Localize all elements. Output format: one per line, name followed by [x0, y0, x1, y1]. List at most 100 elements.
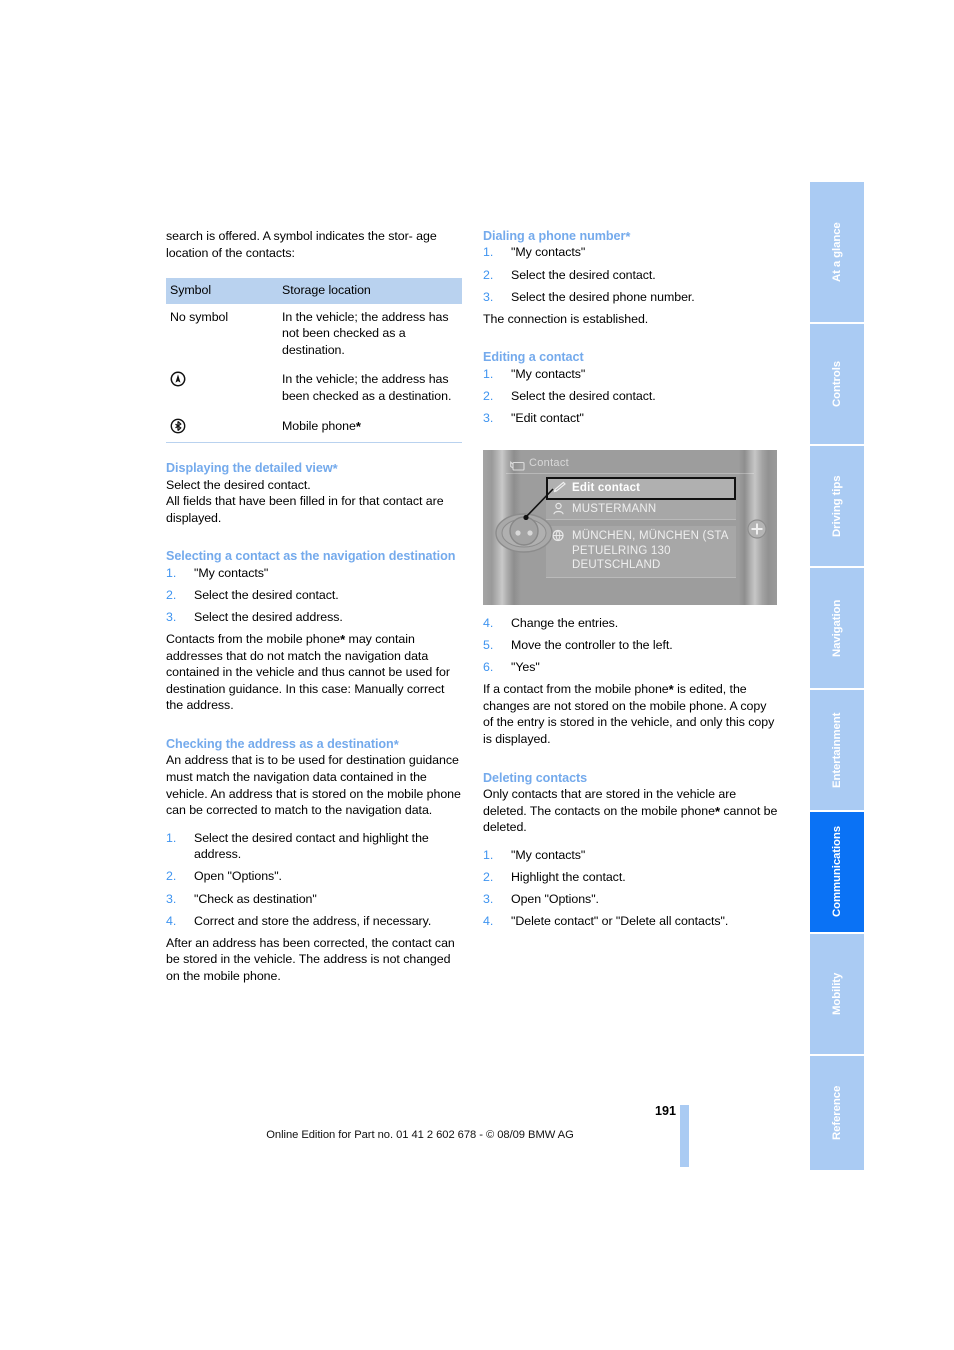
- figure-row-edit-contact[interactable]: Edit contact: [546, 477, 736, 500]
- step-number: 3.: [166, 609, 177, 624]
- steps-list: 1. "My contacts" 2. Highlight the contact.…: [483, 847, 779, 930]
- paragraph: Select the desired contact.: [166, 477, 311, 492]
- tab-entertainment[interactable]: Entertainment: [810, 690, 864, 812]
- plus-button-icon: [745, 517, 769, 541]
- paragraph: After an address has been corrected, the…: [166, 935, 455, 983]
- tab-navigation[interactable]: Navigation: [810, 568, 864, 690]
- heading-deleting-contacts: Deleting contacts: [483, 770, 588, 785]
- step-number: 1.: [483, 245, 494, 260]
- list-item: 5. Move the controller to the left.: [483, 638, 673, 653]
- tab-at-a-glance[interactable]: At a glance: [810, 182, 864, 324]
- cell-symbol: [166, 412, 278, 444]
- step-number: 3.: [483, 289, 494, 304]
- tab-controls[interactable]: Controls: [810, 324, 864, 446]
- idrive-contact-screenshot: Contact Edit contact MUSTERMANN MÜNCHEN,…: [483, 450, 777, 605]
- list-item: 6. "Yes": [483, 660, 540, 675]
- cell-symbol: No symbol: [170, 309, 229, 324]
- figure-address-line: MÜNCHEN, MÜNCHEN (STA: [572, 530, 729, 542]
- list-item: 3. Select the desired phone number.: [483, 289, 695, 304]
- right-column-bottom: 4. Change the entries. 5. Move the control…: [483, 615, 779, 935]
- footer-accent-bar: [680, 1105, 689, 1167]
- step-number: 3.: [483, 892, 494, 907]
- right-column-top: Dialing a phone number* 1. "My contacts" …: [483, 228, 779, 432]
- tab-label: Communications: [831, 826, 843, 918]
- list-item: 3. "Check as destination": [166, 891, 317, 906]
- list-item: 2. Select the desired contact.: [483, 267, 656, 282]
- destination-checked-icon: [170, 371, 186, 387]
- cell-location: Mobile phone*: [278, 412, 462, 444]
- figure-row-address[interactable]: MÜNCHEN, MÜNCHEN (STA PETUELRING 130 DEU…: [546, 526, 736, 578]
- table-row: In the vehicle; the address has been che…: [166, 366, 462, 412]
- paragraph: The connection is established.: [483, 311, 649, 326]
- heading-dialing-phone-number: Dialing a phone number*: [483, 229, 631, 244]
- step-number: 2.: [166, 587, 177, 602]
- bluetooth-icon: [170, 418, 186, 434]
- table-header-symbol: Symbol: [166, 278, 278, 304]
- steps-list: 1. "My contacts" 2. Select the desired con…: [483, 244, 779, 305]
- step-number: 4.: [483, 616, 494, 630]
- tab-label: Controls: [831, 360, 843, 408]
- figure-address-line: DEUTSCHLAND: [572, 559, 661, 571]
- figure-address-line: PETUELRING 130: [572, 544, 671, 557]
- cell-location: In the vehicle; the address has been che…: [282, 372, 452, 403]
- page-number: 191: [654, 1104, 676, 1118]
- list-item: 2. Highlight the contact.: [483, 869, 626, 884]
- figure-row-contact-name[interactable]: MUSTERMANN: [546, 500, 736, 520]
- step-number: 2.: [166, 869, 177, 884]
- paragraph: Contacts from the mobile phone* may cont…: [166, 632, 450, 713]
- tab-label: Mobility: [831, 972, 843, 1016]
- steps-list: 4. Change the entries. 5. Move the control…: [483, 615, 779, 676]
- step-number: 1.: [166, 830, 177, 845]
- step-number: 4.: [483, 914, 494, 929]
- table-header-storage: Storage location: [278, 278, 462, 304]
- list-item: 2. Open "Options".: [166, 869, 282, 884]
- paragraph: If a contact from the mobile phone* is e…: [483, 682, 775, 747]
- step-number: 6.: [483, 660, 494, 675]
- steps-list: 1. Select the desired contact and highlig…: [166, 830, 462, 929]
- table-row: No symbol In the vehicle; the address ha…: [166, 304, 462, 367]
- step-number: 1.: [166, 565, 177, 580]
- tab-communications[interactable]: Communications: [810, 812, 864, 934]
- list-item: 1. Select the desired contact and highlig…: [166, 830, 429, 862]
- list-item: 3. "Edit contact": [483, 410, 584, 425]
- list-item: 1. "My contacts": [166, 565, 269, 580]
- step-number: 4.: [166, 913, 177, 928]
- chapter-tabs: At a glance Controls Driving tips Naviga…: [810, 182, 864, 1170]
- figure-title: Contact: [529, 457, 570, 469]
- figure-titlebar-rule: [506, 473, 754, 474]
- step-number: 1.: [483, 366, 494, 381]
- list-item: 4. Change the entries.: [483, 616, 619, 630]
- figure-row-label: MUSTERMANN: [572, 503, 657, 515]
- table-header-row: Symbol Storage location: [166, 278, 462, 304]
- contact-card-icon: [510, 458, 525, 471]
- tab-label: Driving tips: [831, 475, 843, 537]
- cell-location: In the vehicle; the address has not been…: [282, 309, 449, 357]
- list-item: 1. "My contacts": [483, 847, 586, 862]
- list-item: 4. "Delete contact" or "Delete all contac…: [483, 914, 729, 929]
- heading-editing-contact: Editing a contact: [483, 350, 584, 365]
- tab-label: At a glance: [831, 222, 843, 282]
- left-column: search is offered. A symbol indicates th…: [166, 228, 462, 985]
- list-item: 4. Correct and store the address, if nece…: [166, 913, 432, 928]
- list-item: 3. Open "Options".: [483, 892, 599, 907]
- step-number: 2.: [483, 869, 494, 884]
- step-number: 3.: [483, 410, 494, 425]
- step-number: 2.: [483, 267, 494, 282]
- paragraph: All fields that have been filled in for …: [166, 494, 444, 525]
- tab-driving-tips[interactable]: Driving tips: [810, 446, 864, 568]
- footer-note: Online Edition for Part no. 01 41 2 602 …: [266, 1129, 574, 1141]
- steps-list: 1. "My contacts" 2. Select the desired con…: [166, 565, 462, 626]
- list-item: 1. "My contacts": [483, 245, 586, 260]
- heading-selecting-contact-navigation-destination: Selecting a contact as the navigation de…: [166, 549, 456, 564]
- list-item: 3. Select the desired address.: [166, 609, 343, 624]
- heading-checking-address-destination: Checking the address as a destination*: [166, 737, 399, 752]
- heading-displaying-detailed-view: Displaying the detailed view*: [166, 461, 338, 477]
- figure-menu-list: Edit contact MUSTERMANN MÜNCHEN, MÜNCHEN…: [546, 477, 736, 578]
- figure-row-label: Edit contact: [572, 482, 641, 494]
- tab-label: Reference: [831, 1085, 843, 1141]
- steps-list: 1. "My contacts" 2. Select the desired con…: [483, 366, 779, 427]
- tab-label: Navigation: [831, 599, 843, 657]
- tab-mobility[interactable]: Mobility: [810, 934, 864, 1056]
- step-number: 3.: [166, 891, 177, 906]
- tab-reference[interactable]: Reference: [810, 1056, 864, 1170]
